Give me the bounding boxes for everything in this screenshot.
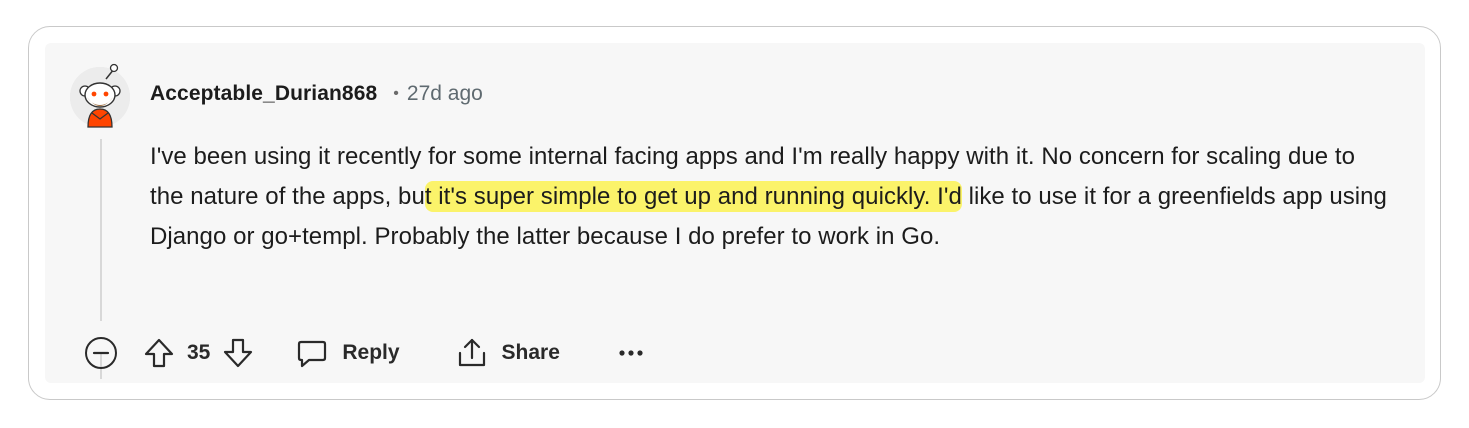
comment-body: I've been using it recently for some int… [150, 137, 1390, 257]
comment-action-bar: 35 Reply Share [81, 331, 646, 375]
downvote-button[interactable] [220, 335, 256, 371]
arrow-down-icon [224, 338, 253, 368]
comment-meta: Acceptable_Durian868 • 27d ago [150, 79, 483, 109]
minus-circle-icon [85, 337, 117, 369]
more-options-button[interactable] [616, 338, 646, 368]
comment-card: Acceptable_Durian868 • 27d ago I've been… [28, 26, 1441, 400]
collapse-button[interactable] [81, 333, 121, 373]
vote-score: 35 [187, 341, 211, 364]
reply-button[interactable]: Reply [296, 337, 400, 369]
share-arrow-icon [458, 338, 485, 367]
user-avatar[interactable] [70, 63, 130, 128]
thread-line[interactable] [100, 139, 102, 321]
share-label: Share [501, 341, 560, 364]
meta-separator: • [393, 85, 399, 102]
upvote-button[interactable] [141, 335, 177, 371]
reply-label: Reply [342, 341, 400, 364]
share-button[interactable]: Share [456, 337, 560, 369]
timestamp[interactable]: 27d ago [407, 82, 483, 106]
highlighted-text: t it's super simple to get up and runnin… [424, 181, 962, 212]
username-link[interactable]: Acceptable_Durian868 [150, 82, 377, 106]
snoo-avatar-icon [70, 63, 130, 128]
speech-bubble-icon [298, 340, 327, 368]
arrow-up-icon [144, 338, 174, 368]
ellipsis-icon [619, 350, 643, 356]
